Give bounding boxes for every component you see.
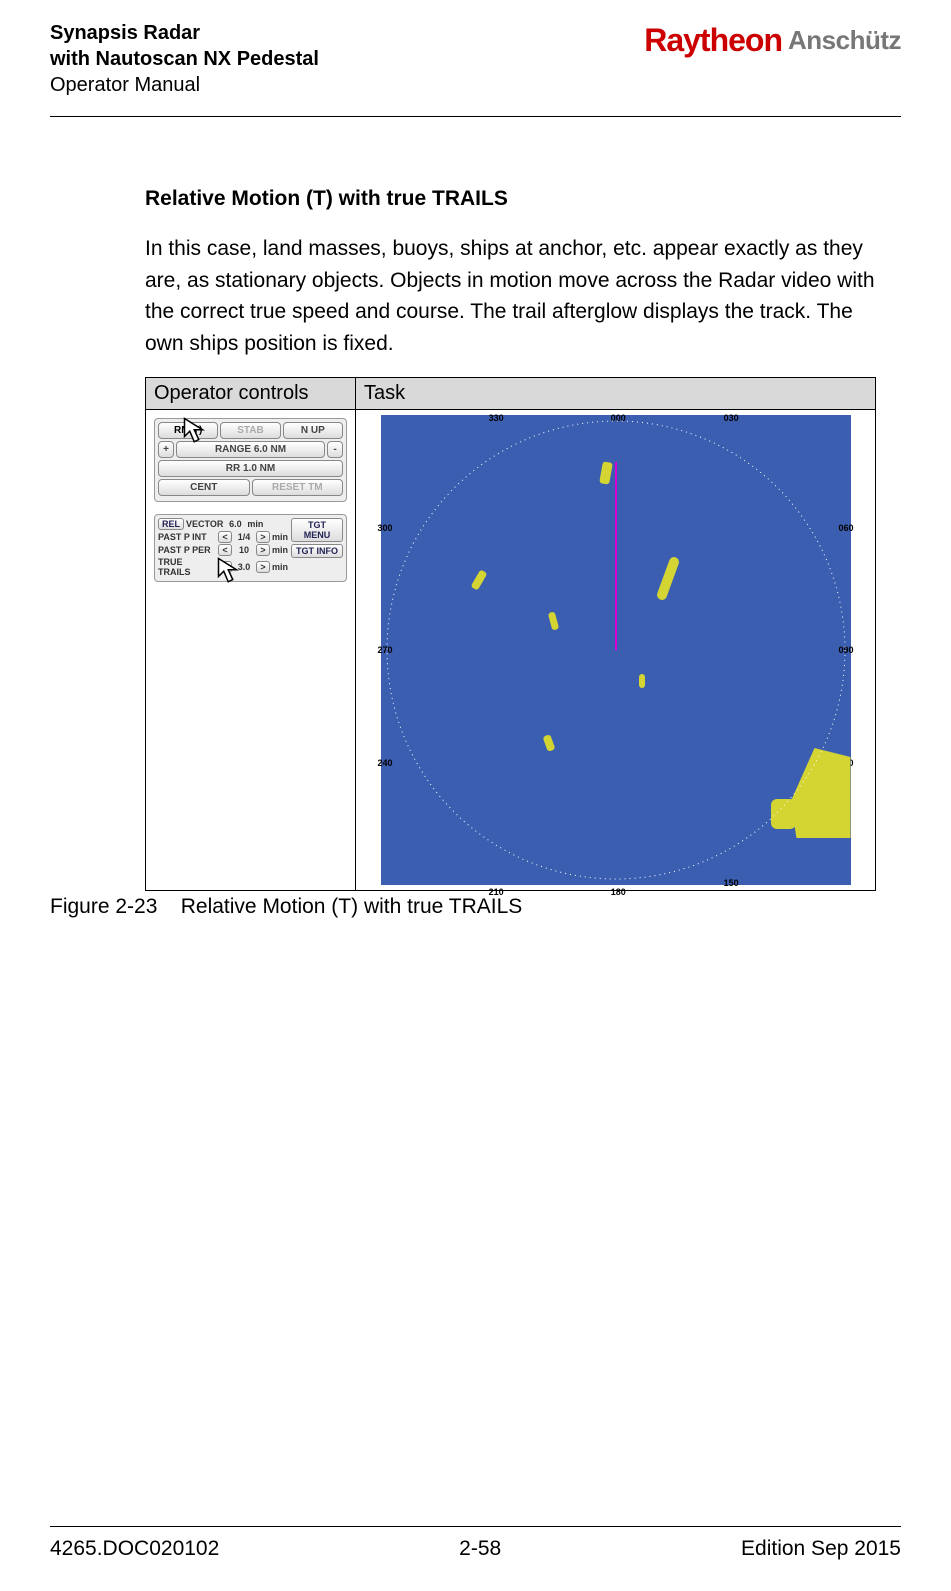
bearing-label: 210 (489, 887, 504, 897)
bearing-label: 000 (611, 413, 626, 423)
heading-line (615, 462, 617, 650)
radar-contact (543, 734, 556, 752)
content-area: Relative Motion (T) with true TRAILS In … (145, 187, 876, 919)
doc-title-line2: with Nautoscan NX Pedestal (50, 46, 319, 72)
anschutz-logo: Anschütz (788, 25, 901, 56)
range-minus-button[interactable]: - (327, 441, 343, 458)
pastpper-gt[interactable]: > (256, 544, 270, 556)
bearing-label: 300 (378, 523, 393, 533)
rr-button[interactable]: RR 1.0 NM (158, 460, 343, 477)
pastpper-unit: min (272, 545, 288, 555)
doc-title-block: Synapsis Radar with Nautoscan NX Pedesta… (50, 20, 319, 98)
tgt-info-button[interactable]: TGT INFO (291, 544, 343, 558)
bearing-label: 030 (724, 413, 739, 423)
section-title: Relative Motion (T) with true TRAILS (145, 187, 876, 211)
vector-unit: min (247, 519, 263, 529)
figure-number: Figure 2-23 (50, 895, 157, 918)
vector-label: VECTOR (186, 519, 223, 529)
figure-caption: Figure 2-23 Relative Motion (T) with tru… (50, 895, 876, 919)
tgt-menu-button[interactable]: TGT MENU (291, 518, 343, 542)
operator-task-table: Operator controls Task RM(T) STAB N UP +… (145, 377, 876, 891)
nup-button[interactable]: N UP (283, 422, 343, 439)
rel-button[interactable]: REL (158, 518, 184, 530)
bearing-label: 090 (838, 645, 853, 655)
pastpint-label: PAST P INT (158, 532, 216, 542)
rm-button[interactable]: RM(T) (158, 422, 218, 439)
brand-logo: Raytheon Anschütz (644, 20, 901, 59)
doc-subtitle: Operator Manual (50, 72, 319, 98)
reset-tm-button[interactable]: RESET TM (252, 479, 344, 496)
bearing-label: 150 (724, 878, 739, 888)
radar-display: 000 330 030 060 090 120 150 180 210 240 … (381, 415, 851, 885)
pastpint-value: 1/4 (234, 532, 254, 542)
stab-button[interactable]: STAB (220, 422, 280, 439)
pastpint-gt[interactable]: > (256, 531, 270, 543)
table-row: Operator controls Task (146, 378, 876, 410)
page-footer: 4265.DOC020102 2-58 Edition Sep 2015 (50, 1526, 901, 1561)
radar-landmass (791, 748, 851, 838)
doc-number: 4265.DOC020102 (50, 1537, 219, 1561)
radar-landmass (771, 799, 796, 829)
trails-unit: min (272, 562, 288, 572)
raytheon-logo: Raytheon (644, 22, 782, 59)
table-header-task: Task (356, 378, 876, 410)
pastpper-label: PAST P PER (158, 545, 216, 555)
bearing-label: 240 (378, 758, 393, 768)
doc-title-line1: Synapsis Radar (50, 20, 319, 46)
trails-lt[interactable]: < (218, 561, 232, 573)
page-header: Synapsis Radar with Nautoscan NX Pedesta… (50, 20, 901, 117)
edition: Edition Sep 2015 (741, 1537, 901, 1561)
figure-text: Relative Motion (T) with true TRAILS (181, 895, 523, 918)
motion-range-panel: RM(T) STAB N UP + RANGE 6.0 NM - RR 1.0 … (154, 418, 347, 502)
radar-contact (470, 569, 487, 590)
trails-value: 3.0 (234, 562, 254, 572)
trails-vector-panel: REL VECTOR 6.0 min PAST P INT < 1/4 > mi… (154, 514, 347, 582)
true-trails-label: TRUE TRAILS (158, 557, 216, 577)
pastpper-value: 10 (234, 545, 254, 555)
operator-controls-cell: RM(T) STAB N UP + RANGE 6.0 NM - RR 1.0 … (146, 410, 356, 891)
radar-contact (600, 461, 614, 484)
pastpint-unit: min (272, 532, 288, 542)
table-row: RM(T) STAB N UP + RANGE 6.0 NM - RR 1.0 … (146, 410, 876, 891)
range-plus-button[interactable]: + (158, 441, 174, 458)
bearing-label: 060 (838, 523, 853, 533)
pastpper-lt[interactable]: < (218, 544, 232, 556)
range-button[interactable]: RANGE 6.0 NM (176, 441, 325, 458)
vector-value: 6.0 (225, 519, 245, 529)
page-number: 2-58 (459, 1537, 501, 1561)
cent-button[interactable]: CENT (158, 479, 250, 496)
radar-contact (547, 612, 558, 631)
bearing-label: 270 (378, 645, 393, 655)
bearing-label: 180 (611, 887, 626, 897)
trails-gt[interactable]: > (256, 561, 270, 573)
section-paragraph: In this case, land masses, buoys, ships … (145, 233, 876, 359)
table-header-operator: Operator controls (146, 378, 356, 410)
pastpint-lt[interactable]: < (218, 531, 232, 543)
task-cell: 000 330 030 060 090 120 150 180 210 240 … (356, 410, 876, 891)
radar-contact (639, 674, 645, 688)
bearing-label: 330 (489, 413, 504, 423)
radar-contact (655, 556, 680, 602)
